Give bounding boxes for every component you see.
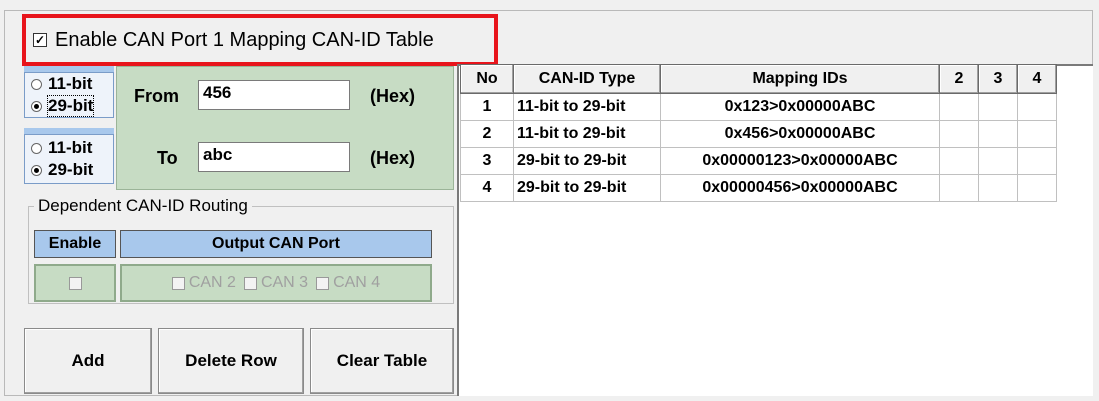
header-mapping-ids[interactable]: Mapping IDs (660, 64, 940, 94)
table-row[interactable]: 2 11-bit to 29-bit 0x456>0x00000ABC (460, 120, 1057, 148)
can3-label: CAN 3 (260, 274, 309, 291)
from-hex-input[interactable]: 456 (198, 80, 350, 110)
can4-checkbox[interactable] (316, 276, 330, 290)
radio-selected-icon[interactable] (31, 164, 42, 176)
to-mode-radio-group: 11-bit 29-bit (24, 134, 114, 184)
can4-label: CAN 4 (333, 274, 381, 291)
enable-mapping-checkbox[interactable]: ✓ Enable CAN Port 1 Mapping CAN-ID Table (33, 28, 434, 52)
to-radio-29bit[interactable]: 29-bit (25, 159, 113, 181)
from-unit-label: (Hex) (370, 86, 416, 106)
checkbox-icon[interactable]: ✓ (33, 33, 47, 47)
radio-selected-icon[interactable] (31, 100, 42, 112)
enable-mapping-label: Enable CAN Port 1 Mapping CAN-ID Table (55, 28, 434, 51)
table-row[interactable]: 4 29-bit to 29-bit 0x00000456>0x00000ABC (460, 174, 1057, 202)
dependent-routing-title: Dependent CAN-ID Routing (34, 196, 252, 216)
can2-checkbox[interactable] (171, 276, 185, 290)
table-row[interactable]: 3 29-bit to 29-bit 0x00000123>0x00000ABC (460, 147, 1057, 175)
dependent-enable-checkbox[interactable] (68, 276, 82, 290)
table-row[interactable]: 1 11-bit to 29-bit 0x123>0x00000ABC (460, 93, 1057, 121)
header-port-4[interactable]: 4 (1017, 64, 1057, 94)
to-radio-11bit[interactable]: 11-bit (25, 135, 113, 159)
from-mode-radio-group: 11-bit 29-bit (24, 72, 114, 118)
output-port-cell: CAN 2 CAN 3 CAN 4 (120, 264, 432, 302)
add-button[interactable]: Add (24, 328, 152, 394)
to-label: To (157, 148, 178, 168)
can2-label: CAN 2 (188, 274, 236, 291)
dependent-enable-cell (34, 264, 116, 302)
header-port-3[interactable]: 3 (978, 64, 1018, 94)
to-hex-input[interactable]: abc (198, 142, 350, 172)
header-can-id-type[interactable]: CAN-ID Type (513, 64, 661, 94)
header-port-2[interactable]: 2 (939, 64, 979, 94)
from-radio-29bit[interactable]: 29-bit (25, 95, 113, 117)
mapping-table: No CAN-ID Type Mapping IDs 2 3 4 1 11-bi… (460, 64, 1057, 202)
to-unit-label: (Hex) (370, 148, 416, 168)
table-header-row: No CAN-ID Type Mapping IDs 2 3 4 (460, 64, 1057, 94)
radio-icon[interactable] (31, 78, 42, 90)
radio-icon[interactable] (31, 142, 42, 154)
clear-table-button[interactable]: Clear Table (310, 328, 454, 394)
delete-row-button[interactable]: Delete Row (158, 328, 304, 394)
enable-column-header: Enable (34, 230, 116, 258)
header-no[interactable]: No (460, 64, 514, 94)
output-port-header: Output CAN Port (120, 230, 432, 258)
can3-checkbox[interactable] (243, 276, 257, 290)
from-label: From (134, 86, 179, 106)
from-radio-11bit[interactable]: 11-bit (25, 73, 113, 95)
